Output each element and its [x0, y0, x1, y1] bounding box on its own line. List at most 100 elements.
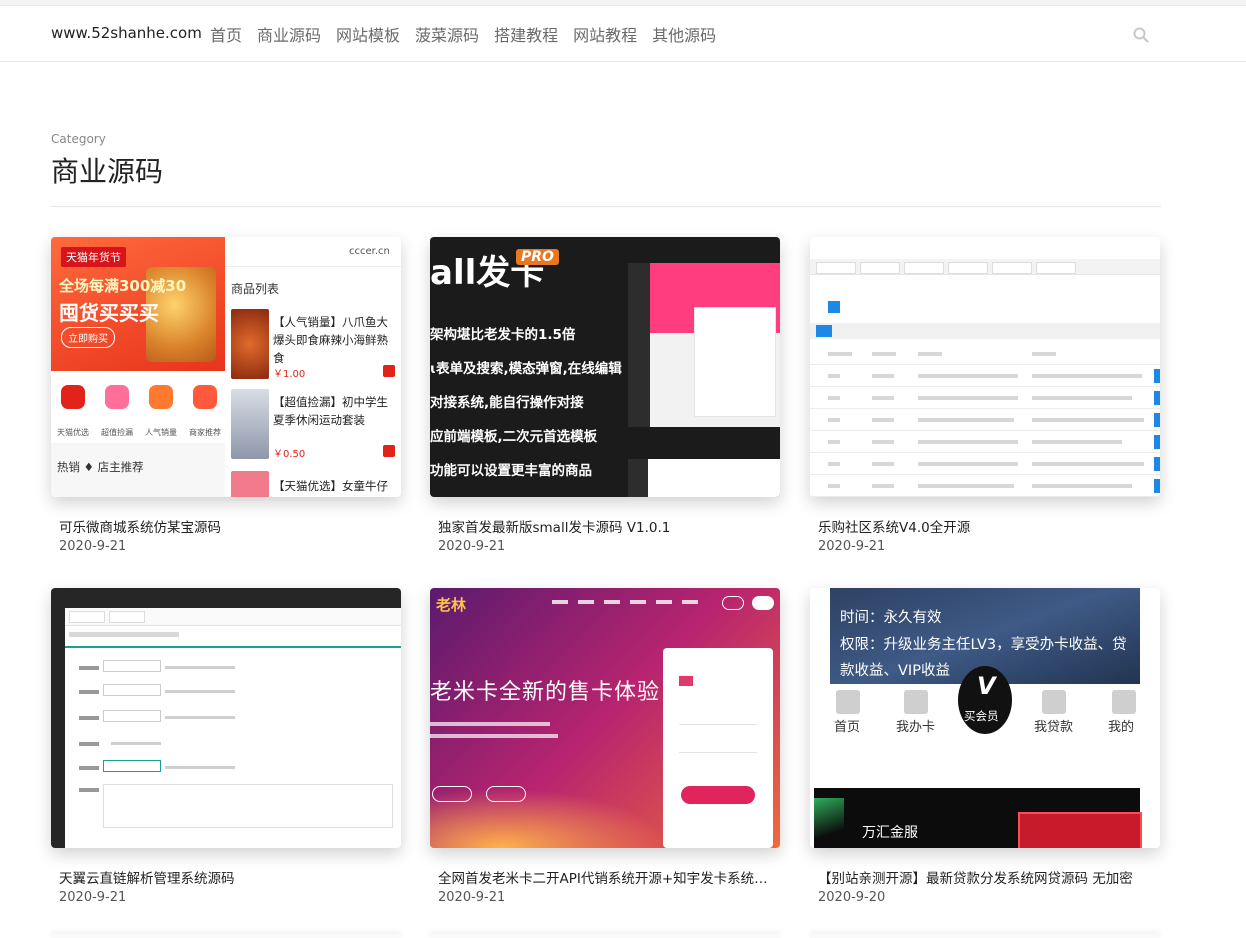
post-date: 2020-9-20: [818, 890, 886, 905]
post-date: 2020-9-21: [59, 890, 127, 905]
site-header: www.52shanhe.com 首页 商业源码 网站模板 菠菜源码 搭建教程 …: [0, 6, 1246, 62]
post-date: 2020-9-21: [438, 890, 506, 905]
screenshot-sidebar: [628, 263, 650, 427]
cart-icon: [383, 445, 395, 457]
tab-label: 我的: [1108, 720, 1135, 735]
post-title[interactable]: 全网首发老米卡二开API代销系统开源+知宇发卡系统…: [438, 867, 774, 887]
cart-icon: [383, 365, 395, 377]
post-title[interactable]: 可乐微商城系统仿某宝源码: [59, 516, 395, 536]
admin-tabs: [810, 259, 1160, 275]
icon-label: 商家推荐: [189, 428, 221, 437]
next-card-edge: [51, 934, 401, 938]
panel-header: cccer.cn: [225, 237, 401, 267]
search-icon[interactable]: [1133, 27, 1149, 43]
main-nav: 首页 商业源码 网站模板 菠菜源码 搭建教程 网站教程 其他源码: [210, 22, 716, 46]
post-date: 2020-9-21: [438, 539, 506, 554]
add-button: [816, 325, 832, 337]
next-card-edge: [430, 934, 780, 938]
user-icon: [1112, 690, 1136, 714]
tab: [948, 262, 988, 274]
post-title[interactable]: 独家首发最新版small发卡源码 V1.0.1: [438, 516, 774, 536]
product-image: [231, 389, 269, 459]
table-row: [810, 453, 1160, 475]
deal-icon: [105, 385, 129, 409]
banner-button: 立即购买: [61, 327, 115, 348]
feature-line: 架构堪比老发卡的1.5倍: [430, 327, 576, 343]
tab: [1036, 262, 1076, 274]
accent-line: [65, 646, 401, 648]
post-thumbnail[interactable]: 老林 老米卡全新的售卡体验: [430, 588, 780, 848]
promo-banner: 天猫年货节 全场每满300减30 囤货买买买 立即购买: [51, 237, 225, 371]
card-icon: [904, 690, 928, 714]
admin-screenshot: [628, 263, 780, 427]
icon-label: 天猫优选: [57, 428, 89, 437]
tab: [904, 262, 944, 274]
table-row: [810, 431, 1160, 453]
red-promo: [1018, 812, 1142, 848]
post-thumbnail[interactable]: 时间：永久有效 权限：升级业务主任LV3，享受办卡收益、贷款收益、VIP收益 首…: [810, 588, 1160, 848]
nav-item-bocai[interactable]: 菠菜源码: [415, 22, 479, 46]
feature-line: ɩ表单及搜索,模态弹窗,在线编辑: [430, 361, 622, 377]
thumb-logo: 老林: [436, 596, 467, 614]
post-thumbnail[interactable]: [51, 588, 401, 848]
category-kicker: Category: [51, 132, 106, 146]
post-title[interactable]: 乐购社区系统V4.0全开源: [818, 516, 1154, 536]
hot-section-title: 热销 ♦ 店主推荐: [57, 460, 144, 474]
table-row: [810, 365, 1160, 387]
toolbar: [810, 323, 1160, 339]
thumb-headline: 老米卡全新的售卡体验: [430, 680, 661, 705]
nav-item-other[interactable]: 其他源码: [652, 22, 716, 46]
vip-label: 买会员: [964, 709, 999, 723]
nav-item-templates[interactable]: 网站模板: [336, 22, 400, 46]
feature-line: 应前端模板,二次元首选模板: [430, 429, 598, 445]
next-card-edge: [810, 934, 1160, 938]
product-name: 【天猫优选】女童牛仔长裤子: [273, 479, 388, 493]
nav-item-tutorials[interactable]: 搭建教程: [494, 22, 558, 46]
product-image: [231, 471, 269, 497]
panel-title: 商品列表: [231, 282, 280, 296]
table-row: [810, 409, 1160, 431]
site-logo[interactable]: www.52shanhe.com: [51, 24, 202, 42]
product-name: 【人气销量】八爪鱼大爆头即食麻辣小海鲜熟食: [273, 315, 388, 365]
banner-line2: 囤货买买买: [59, 301, 159, 325]
tab: [992, 262, 1032, 274]
product-list-panel: cccer.cn 商品列表 【人气销量】八爪鱼大爆头即食麻辣小海鲜熟食 ￥1.0…: [225, 237, 401, 497]
product-item: 【人气销量】八爪鱼大爆头即食麻辣小海鲜熟食 ￥1.00: [231, 309, 397, 389]
screenshot-form: [694, 307, 776, 417]
chart-icon: [149, 385, 173, 409]
nav-item-commercial[interactable]: 商业源码: [257, 22, 321, 46]
feature-line: 功能可以设置更丰富的商品: [430, 463, 592, 479]
banner-line1: 全场每满300减30: [59, 277, 187, 295]
tab-label: 首页: [834, 720, 861, 735]
admin-sidebar: [51, 608, 65, 848]
accent-graphic: [814, 798, 844, 848]
nav-item-home[interactable]: 首页: [210, 22, 242, 46]
post-title[interactable]: 天翼云直链解析管理系统源码: [59, 867, 395, 887]
vip-letter: V: [977, 672, 996, 700]
panel-submit: [681, 786, 755, 804]
brand-text: 万汇金服: [862, 825, 918, 841]
tab-label: 我贷款: [1034, 720, 1074, 735]
icon-label: 超值捡漏: [101, 428, 133, 437]
tmall-icon: [61, 385, 85, 409]
product-price: ￥1.00: [273, 369, 306, 380]
post-thumbnail[interactable]: all发卡 PRO 架构堪比老发卡的1.5倍 ɩ表单及搜索,模态弹窗,在线编辑 …: [430, 237, 780, 497]
product-item: 【天猫优选】女童牛仔长裤子: [231, 471, 397, 497]
table-screenshot: [628, 459, 780, 497]
tab: [816, 262, 856, 274]
search-button: [828, 301, 840, 313]
post-date: 2020-9-21: [818, 539, 886, 554]
nav-item-web-tutorials[interactable]: 网站教程: [573, 22, 637, 46]
category-icons: 天猫优选 超值捡漏 人气销量 商家推荐: [51, 371, 225, 443]
post-thumbnail[interactable]: 天猫年货节 全场每满300减30 囤货买买买 立即购买 天猫优选 超值捡漏 人气…: [51, 237, 401, 497]
pro-badge: PRO: [516, 249, 559, 265]
post-date: 2020-9-21: [59, 539, 127, 554]
banner-line1: 时间：永久有效: [840, 610, 942, 626]
table-row: [810, 387, 1160, 409]
admin-tabs: [65, 608, 401, 626]
post-thumbnail[interactable]: [810, 237, 1160, 497]
product-image: [231, 309, 269, 379]
table-row: [810, 475, 1160, 497]
icon-label: 人气销量: [145, 428, 177, 437]
post-title[interactable]: 【别站亲测开源】最新贷款分发系统网贷源码 无加密: [818, 867, 1154, 887]
